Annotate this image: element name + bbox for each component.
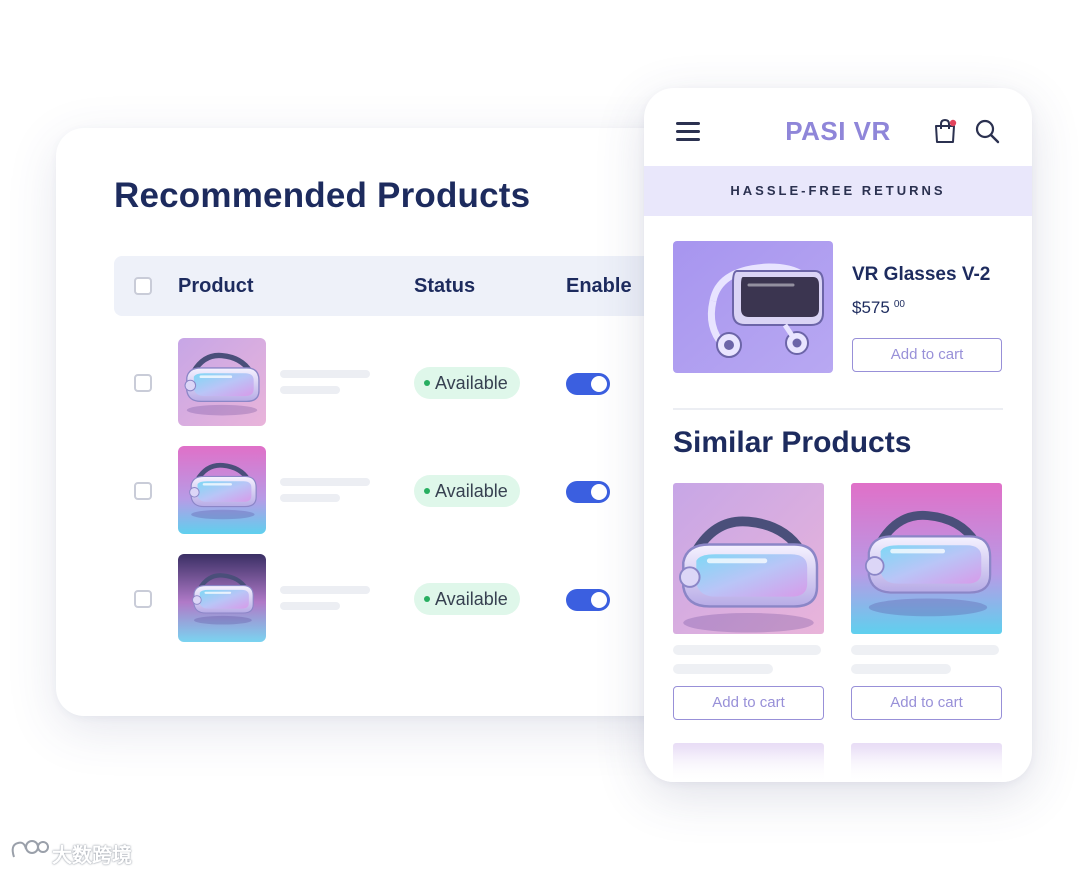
- shopping-bag-icon[interactable]: [932, 118, 958, 144]
- column-header-status[interactable]: Status: [414, 256, 475, 316]
- promo-banner: HASSLE-FREE RETURNS: [644, 166, 1032, 216]
- status-badge: Available: [414, 367, 520, 399]
- featured-product-name[interactable]: VR Glasses V-2: [852, 264, 990, 286]
- row-checkbox[interactable]: [134, 482, 152, 500]
- similar-product-name-placeholder: [673, 645, 821, 655]
- similar-product-image[interactable]: [851, 483, 1002, 634]
- similar-product-name-placeholder: [851, 645, 999, 655]
- similar-products-title: Similar Products: [673, 426, 912, 459]
- search-icon[interactable]: [974, 118, 1000, 144]
- column-header-enable[interactable]: Enable: [566, 256, 632, 316]
- status-badge: Available: [414, 583, 520, 615]
- add-to-cart-button[interactable]: Add to cart: [851, 686, 1002, 720]
- row-checkbox[interactable]: [134, 374, 152, 392]
- similar-product-meta-placeholder: [673, 664, 773, 674]
- product-name-placeholder: [280, 370, 370, 378]
- product-name-placeholder: [280, 586, 370, 594]
- watermark-text: 大数跨境: [52, 845, 132, 867]
- status-dot-icon: [424, 595, 430, 602]
- add-to-cart-button[interactable]: Add to cart: [852, 338, 1002, 372]
- product-meta-placeholder: [280, 494, 340, 502]
- product-name-placeholder: [280, 478, 370, 486]
- scroll-fade: [644, 748, 1032, 782]
- row-checkbox[interactable]: [134, 590, 152, 608]
- product-thumbnail[interactable]: [178, 554, 266, 642]
- page-title: Recommended Products: [114, 176, 531, 215]
- status-dot-icon: [424, 487, 430, 494]
- similar-product-meta-placeholder: [851, 664, 951, 674]
- price-cents: 00: [893, 299, 905, 310]
- enable-toggle[interactable]: [566, 373, 610, 395]
- product-thumbnail[interactable]: [178, 446, 266, 534]
- enable-toggle[interactable]: [566, 589, 610, 611]
- product-meta-placeholder: [280, 386, 340, 394]
- product-thumbnail[interactable]: [178, 338, 266, 426]
- mobile-shop-preview: PASI VR HASSLE-FREE RETURNS VR Glasses V…: [644, 88, 1032, 782]
- select-all-checkbox[interactable]: [134, 277, 152, 295]
- featured-product-image[interactable]: [673, 241, 833, 373]
- status-dot-icon: [424, 379, 430, 386]
- enable-toggle[interactable]: [566, 481, 610, 503]
- status-badge: Available: [414, 475, 520, 507]
- product-meta-placeholder: [280, 602, 340, 610]
- similar-product-image[interactable]: [673, 483, 824, 634]
- featured-product-price: $575 00: [852, 298, 905, 317]
- watermark-logo-icon: [11, 840, 49, 858]
- divider: [673, 408, 1003, 410]
- column-header-product[interactable]: Product: [178, 256, 254, 316]
- add-to-cart-button[interactable]: Add to cart: [673, 686, 824, 720]
